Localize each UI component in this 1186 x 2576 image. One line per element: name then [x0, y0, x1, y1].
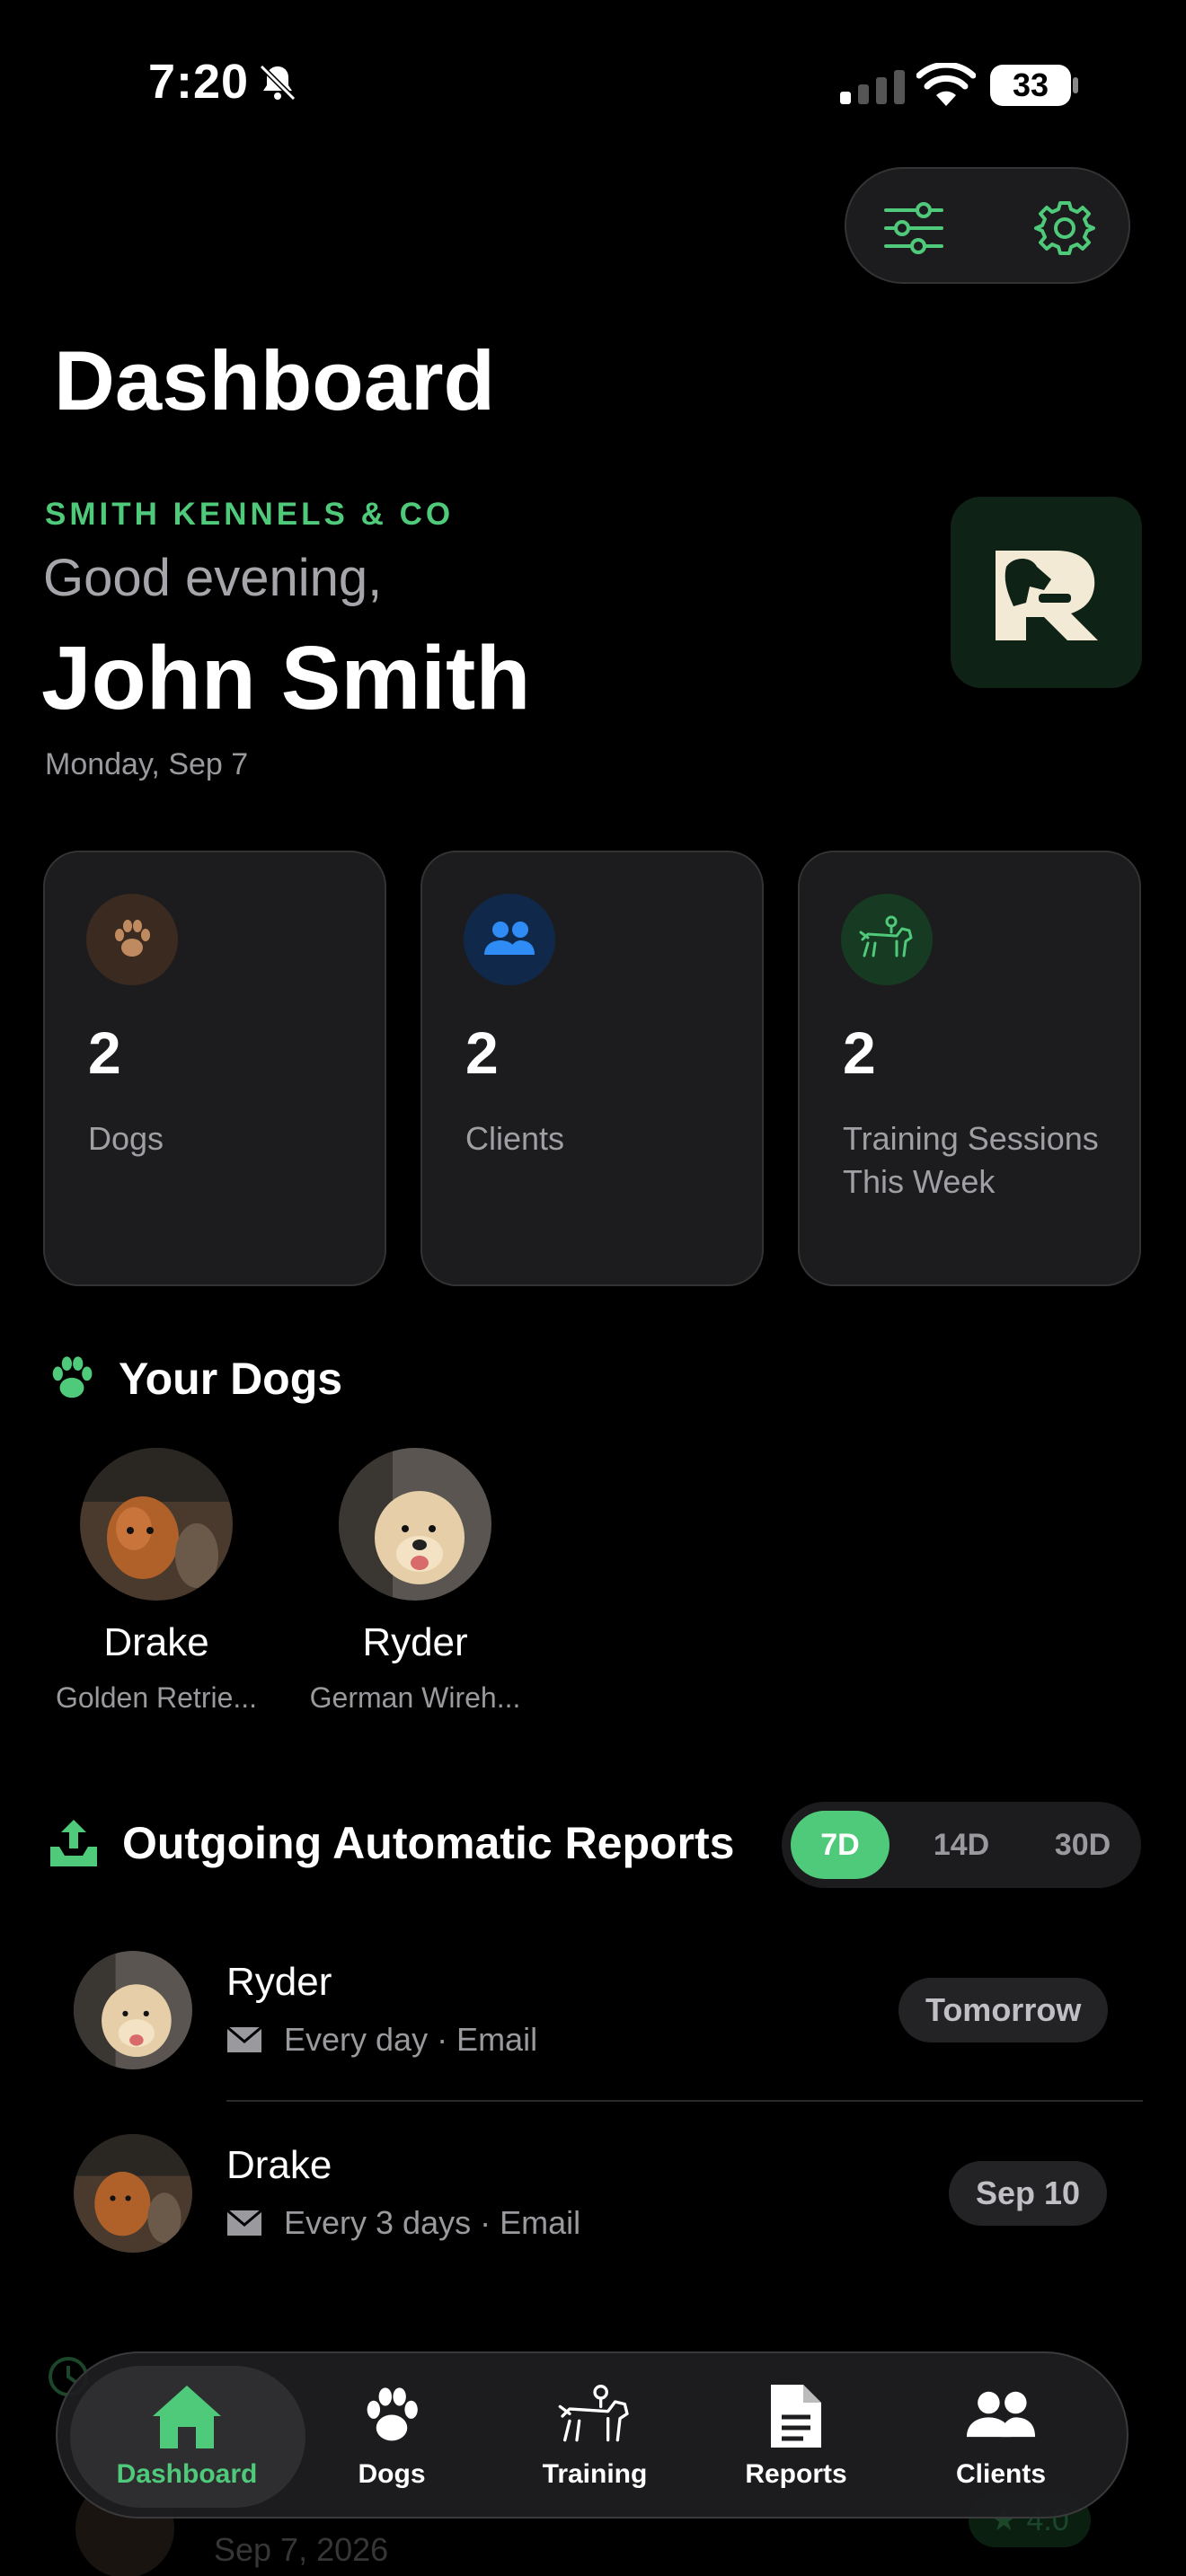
range-7d[interactable]: 7D [791, 1811, 890, 1879]
dog-breed: German Wireh... [309, 1681, 521, 1714]
current-date: Monday, Sep 7 [45, 747, 249, 781]
stat-label: Dogs [88, 1120, 164, 1157]
report-dog-name: Ryder [226, 1960, 332, 2004]
dog-breed: Golden Retrie... [55, 1681, 258, 1714]
report-schedule-text: Every day · Email [284, 2021, 538, 2058]
dog-photo [339, 1448, 491, 1601]
stat-value: 2 [465, 1019, 499, 1086]
tab-training[interactable]: Training [496, 2353, 694, 2520]
dog-training-icon [841, 894, 933, 985]
tab-label: Dogs [358, 2459, 426, 2489]
dog-card-ryder[interactable]: Ryder German Wireh... [289, 1448, 541, 1715]
dog-name: Ryder [362, 1620, 468, 1664]
report-row-drake[interactable]: Drake Every 3 days · Email Sep 10 [0, 2134, 1186, 2278]
stat-value: 2 [843, 1019, 876, 1086]
user-name: John Smith [41, 628, 531, 728]
reports-header: Outgoing Automatic Reports [47, 1816, 734, 1870]
people-icon [966, 2391, 1036, 2438]
divider [226, 2100, 1143, 2102]
kennel-name: SMITH KENNELS & CO [45, 497, 455, 532]
stat-label: Training Sessions This Week [843, 1120, 1099, 1200]
tab-dogs[interactable]: Dogs [293, 2353, 491, 2520]
people-icon [464, 894, 555, 985]
paw-icon [52, 1356, 93, 1398]
report-row-ryder[interactable]: Ryder Every day · Email Tomorrow [0, 1951, 1186, 2095]
dog-name: Drake [103, 1620, 209, 1664]
house-icon [153, 2386, 221, 2448]
tab-bar: Dashboard Dogs Training Reports Clients [56, 2351, 1128, 2519]
status-time: 7:20 [148, 55, 250, 109]
kennel-logo[interactable] [951, 497, 1142, 688]
logo-dog-r-icon [996, 551, 1098, 640]
bell-slash-icon [259, 64, 296, 101]
tab-label: Clients [955, 2459, 1047, 2489]
tab-reports[interactable]: Reports [697, 2353, 895, 2520]
toolbar-pill [845, 167, 1130, 284]
paw-icon [367, 2387, 418, 2441]
report-schedule: Every day · Email [226, 2021, 537, 2059]
next-send-badge: Sep 10 [949, 2161, 1108, 2226]
stat-value: 2 [88, 1019, 121, 1086]
your-dogs-header: Your Dogs [47, 1353, 342, 1405]
tab-label: Reports [745, 2459, 847, 2489]
report-schedule: Every 3 days · Email [226, 2204, 580, 2242]
dog-photo [80, 1448, 233, 1601]
avatar [74, 2134, 192, 2253]
filter-sliders-icon[interactable] [882, 199, 945, 257]
range-selector: 7D 14D 30D [782, 1802, 1141, 1888]
tab-dashboard[interactable]: Dashboard [88, 2353, 286, 2520]
range-30d[interactable]: 30D [1033, 1811, 1132, 1879]
section-title: Outgoing Automatic Reports [122, 1818, 735, 1868]
dog-card-drake[interactable]: Drake Golden Retrie... [31, 1448, 282, 1715]
envelope-icon [226, 2026, 262, 2052]
tab-label: Dashboard [116, 2459, 258, 2489]
document-icon [771, 2385, 821, 2448]
battery-icon: 33 [990, 65, 1071, 106]
section-title: Your Dogs [119, 1354, 343, 1404]
report-schedule-text: Every 3 days · Email [284, 2204, 581, 2241]
paw-icon [86, 894, 178, 985]
dog-training-icon [558, 2385, 629, 2442]
range-14d[interactable]: 14D [912, 1811, 1011, 1879]
wifi-icon [916, 63, 976, 106]
stat-label: Clients [465, 1120, 565, 1157]
stat-card-dogs[interactable]: 2 Dogs [43, 851, 386, 1286]
tab-label: Training [542, 2459, 648, 2489]
session-date: Sep 7, 2026 [214, 2531, 389, 2568]
avatar [74, 1951, 192, 2069]
gear-icon[interactable] [1033, 199, 1096, 257]
report-dog-name: Drake [226, 2143, 332, 2187]
next-send-badge: Tomorrow [898, 1978, 1109, 2042]
tab-clients[interactable]: Clients [902, 2353, 1100, 2520]
stat-card-clients[interactable]: 2 Clients [420, 851, 764, 1286]
battery-tip [1073, 77, 1078, 93]
greeting: Good evening, [43, 549, 383, 607]
signal-icon [840, 70, 905, 104]
stat-card-training[interactable]: 2 Training Sessions This Week [798, 851, 1141, 1286]
status-bar: 7:20 33 [0, 54, 1186, 117]
tray-upload-icon [50, 1820, 97, 1866]
page-title: Dashboard [54, 333, 495, 428]
envelope-icon [226, 2210, 262, 2236]
